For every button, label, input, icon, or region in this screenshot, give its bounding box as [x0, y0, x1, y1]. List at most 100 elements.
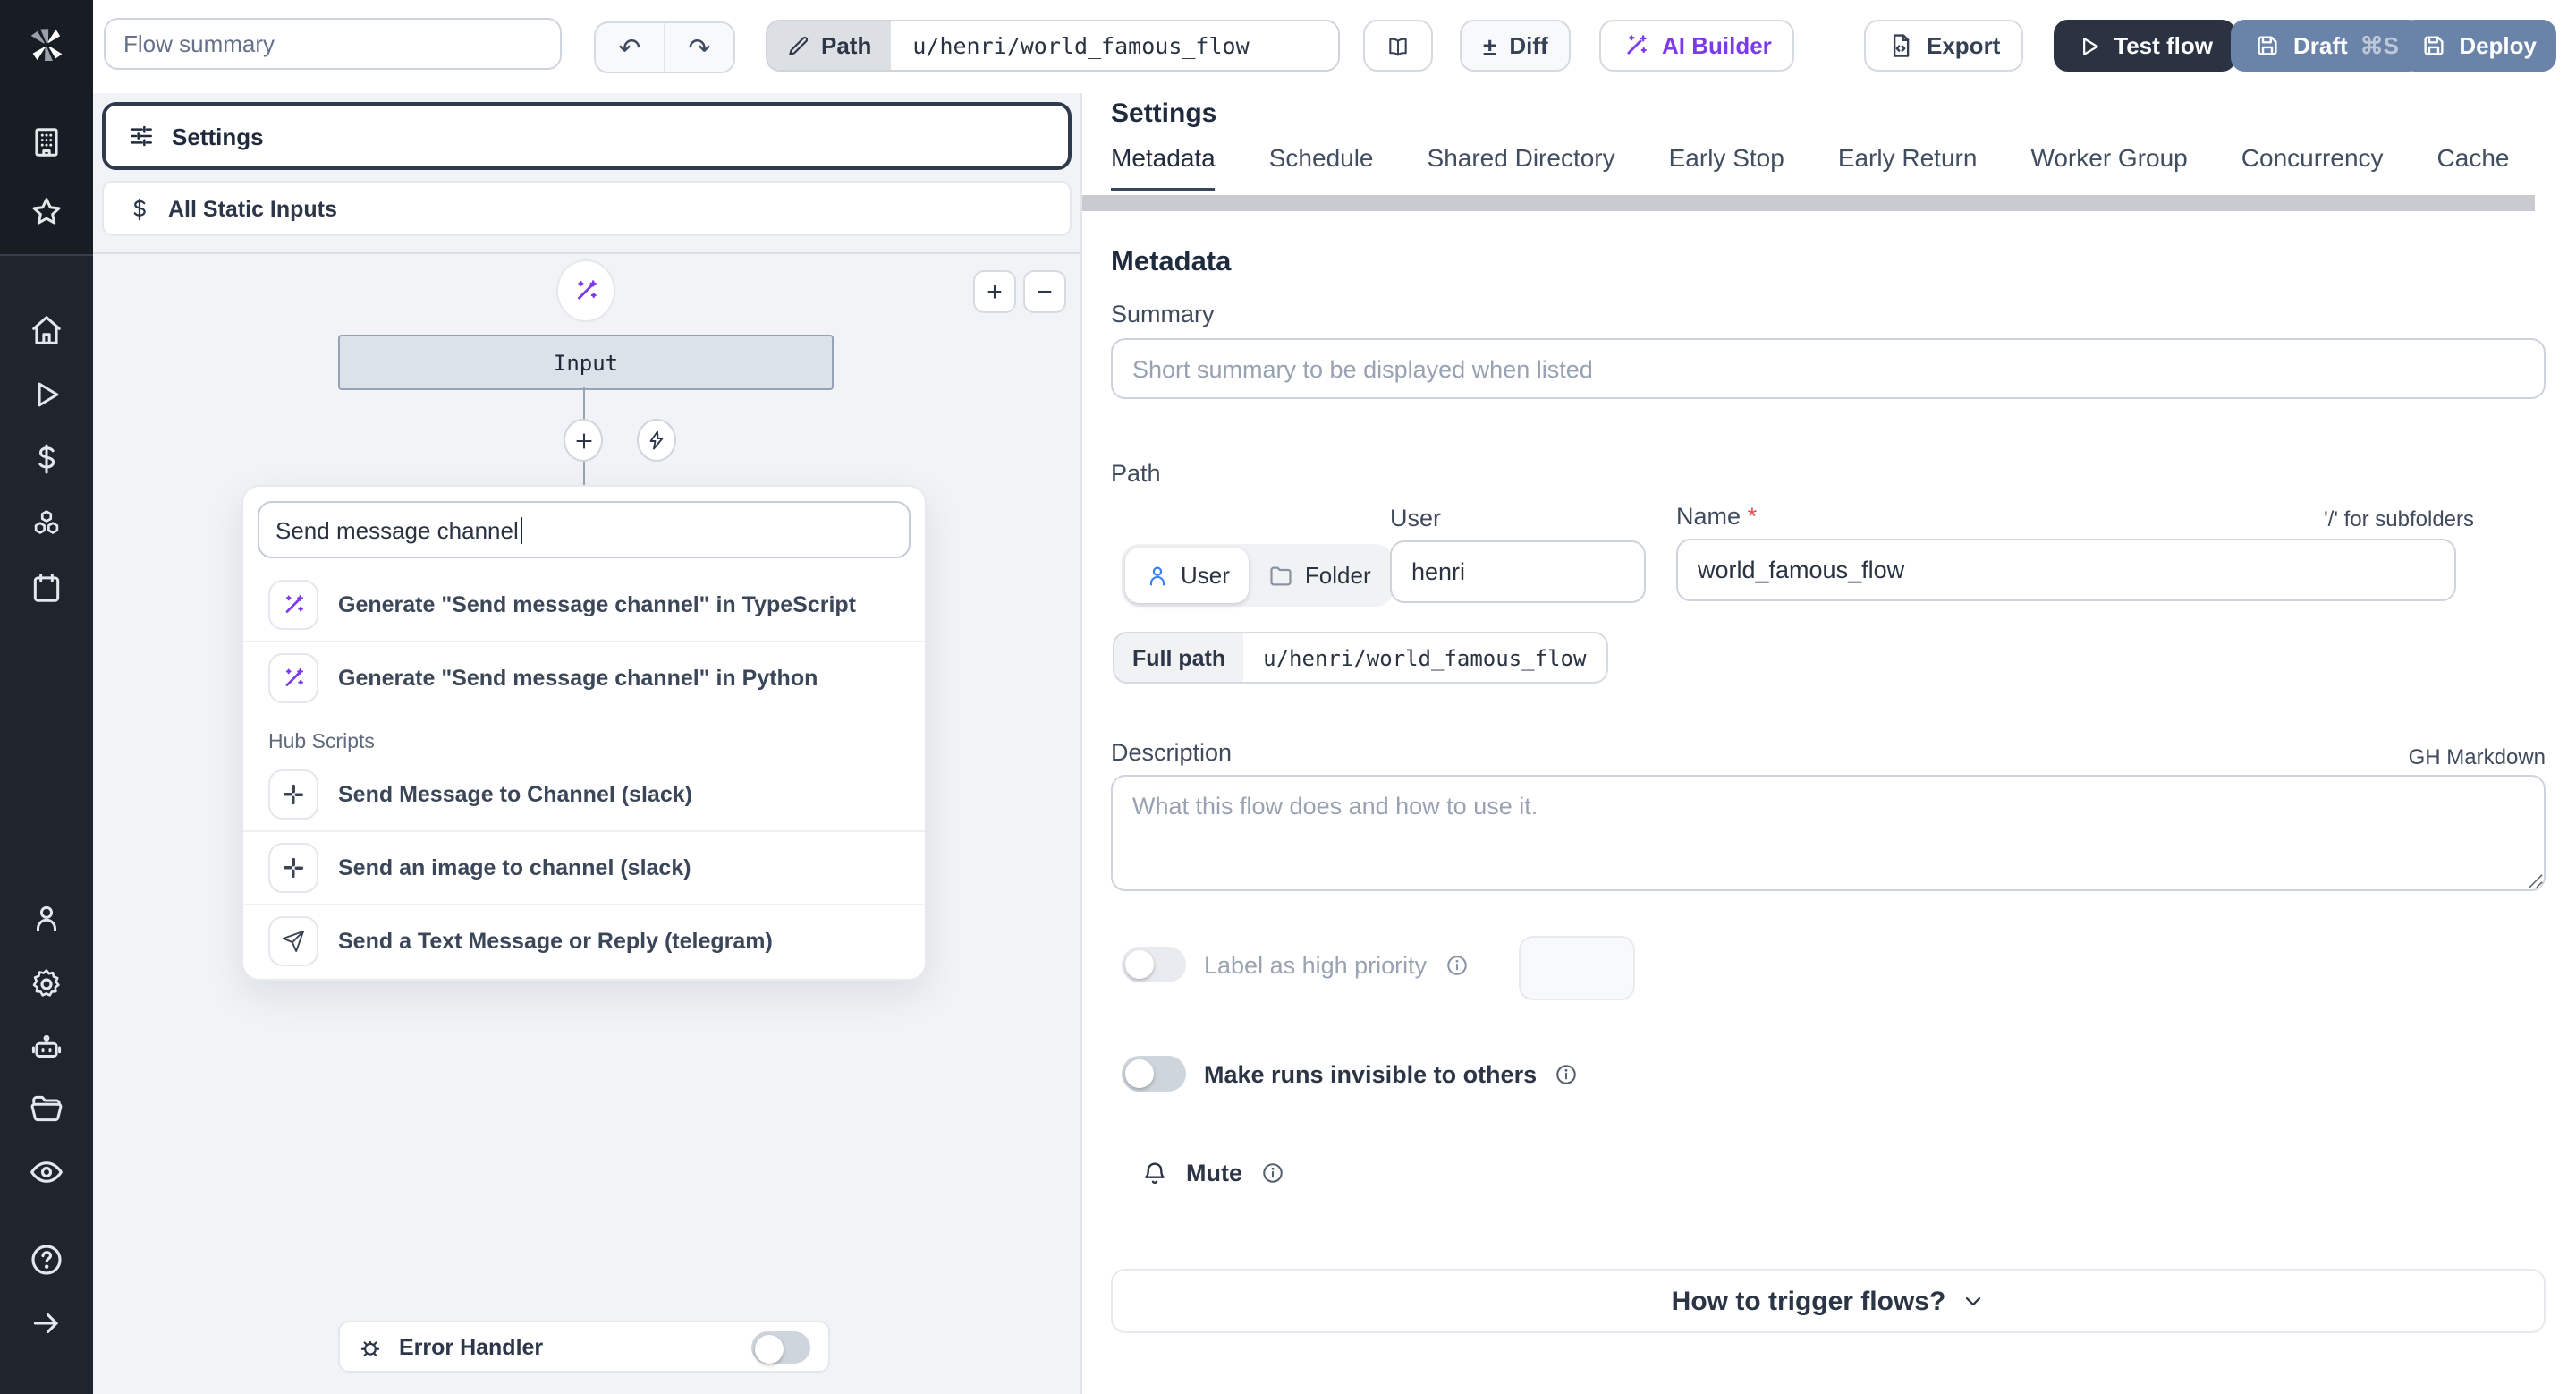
hub-script-item[interactable]: Send Message to Channel (slack) — [258, 759, 911, 830]
owner-kind-user-label: User — [1181, 562, 1230, 589]
draft-shortcut: ⌘S — [2360, 31, 2399, 58]
tabs-scrollbar[interactable] — [1082, 195, 2535, 211]
plus-icon — [575, 432, 591, 448]
tab-cache[interactable]: Cache — [2437, 143, 2510, 191]
error-handler-bar[interactable]: Error Handler — [338, 1321, 830, 1373]
name-input[interactable] — [1676, 539, 2456, 601]
help-icon[interactable] — [29, 1242, 64, 1278]
description-textarea[interactable] — [1111, 775, 2546, 891]
step-search-input[interactable]: Send message channel — [258, 501, 911, 558]
flow-edge — [582, 462, 584, 485]
deploy-label: Deploy — [2459, 32, 2537, 59]
tab-shared-directory[interactable]: Shared Directory — [1428, 143, 1615, 191]
slack-icon — [268, 769, 318, 820]
home-icon[interactable] — [30, 313, 64, 347]
tab-metadata[interactable]: Metadata — [1111, 143, 1216, 191]
user-icon[interactable] — [30, 902, 64, 936]
variables-dollar-icon[interactable] — [30, 442, 64, 476]
full-path-label: Full path — [1114, 633, 1244, 682]
name-field-label: Name * — [1676, 503, 1758, 530]
step-picker-dropdown: Send message channel Generate "Send mess… — [242, 485, 927, 981]
settings-tabs: Metadata Schedule Shared Directory Early… — [1111, 143, 2509, 191]
export-file-icon — [1893, 34, 1910, 57]
tab-worker-group[interactable]: Worker Group — [2030, 143, 2187, 191]
diff-icon: ± — [1483, 31, 1497, 60]
zoom-out-button[interactable]: − — [1023, 270, 1066, 313]
schedules-calendar-icon[interactable] — [30, 571, 64, 605]
path-edit-segment[interactable]: Path — [767, 21, 892, 70]
flow-graph-canvas[interactable]: + − Input Send message channel Generate … — [93, 252, 1082, 1394]
workspace-building-icon[interactable] — [30, 125, 64, 159]
all-static-inputs-card[interactable]: All Static Inputs — [102, 181, 1072, 236]
undo-button[interactable]: ↶ — [596, 23, 664, 72]
add-trigger-button[interactable] — [637, 419, 676, 462]
info-icon[interactable] — [1260, 1161, 1284, 1185]
subfolder-hint: '/' for subfolders — [2324, 506, 2474, 531]
summary-input[interactable] — [1111, 338, 2546, 399]
description-label: Description — [1111, 739, 1233, 766]
tab-early-return[interactable]: Early Return — [1838, 143, 1978, 191]
path-section-label: Path — [1111, 460, 1161, 487]
app-window: ↶ ↷ Path u/henri/world_famous_flow ± Dif… — [0, 0, 2576, 1394]
owner-kind-folder[interactable]: Folder — [1250, 548, 1391, 603]
tab-concurrency[interactable]: Concurrency — [2241, 143, 2384, 191]
high-priority-toggle[interactable] — [1122, 947, 1186, 982]
resources-boxes-icon[interactable] — [30, 506, 64, 540]
zoom-in-button[interactable]: + — [973, 270, 1016, 313]
generate-python-item[interactable]: Generate "Send message channel" in Pytho… — [258, 642, 911, 714]
input-node[interactable]: Input — [338, 335, 834, 390]
workers-robot-icon[interactable] — [30, 1031, 64, 1065]
hub-script-item[interactable]: Send an image to channel (slack) — [258, 832, 911, 904]
audit-eye-icon[interactable] — [29, 1154, 64, 1190]
ai-flow-wand-button[interactable] — [556, 259, 615, 322]
ai-builder-button[interactable]: AI Builder — [1599, 20, 1795, 72]
settings-gear-icon[interactable] — [29, 966, 64, 1002]
runs-play-icon[interactable] — [30, 378, 64, 412]
flow-settings-card[interactable]: Settings — [102, 102, 1072, 170]
docs-book-button[interactable] — [1363, 20, 1433, 72]
owner-kind-user[interactable]: User — [1125, 548, 1250, 603]
generate-typescript-item[interactable]: Generate "Send message channel" in TypeS… — [258, 569, 911, 641]
magic-wand-icon — [268, 580, 318, 630]
info-icon[interactable] — [1445, 953, 1468, 976]
text-caret — [520, 516, 523, 543]
how-to-trigger-flows-button[interactable]: How to trigger flows? — [1111, 1269, 2546, 1333]
priority-value-input[interactable] — [1519, 936, 1635, 1000]
summary-label: Summary — [1111, 301, 1215, 327]
windmill-logo[interactable] — [23, 21, 70, 68]
export-button[interactable]: Export — [1864, 20, 2024, 72]
error-handler-toggle[interactable] — [751, 1330, 810, 1363]
magic-wand-icon — [578, 280, 597, 300]
save-icon — [2258, 36, 2277, 55]
bell-icon — [1145, 1162, 1165, 1184]
bug-icon — [360, 1339, 380, 1356]
tab-early-stop[interactable]: Early Stop — [1669, 143, 1784, 191]
deploy-button[interactable]: Deploy — [2400, 20, 2556, 72]
full-path-value: u/henri/world_famous_flow — [1243, 633, 1606, 682]
add-step-button[interactable] — [564, 419, 603, 462]
settings-title: Settings — [1111, 98, 1217, 129]
path-control[interactable]: Path u/henri/world_famous_flow — [766, 20, 1341, 72]
draft-button[interactable]: Draft ⌘S — [2230, 20, 2422, 72]
all-static-inputs-label: All Static Inputs — [168, 196, 337, 221]
invisible-runs-row: Make runs invisible to others — [1122, 1056, 1578, 1092]
settings-panel: Settings Metadata Schedule Shared Direct… — [1082, 93, 2576, 1394]
favorites-star-icon[interactable] — [30, 195, 64, 229]
redo-button[interactable]: ↷ — [664, 23, 733, 72]
flow-editor-panel: Settings All Static Inputs + − Input Sen… — [93, 93, 1082, 1394]
expand-arrow-icon[interactable] — [30, 1306, 64, 1340]
owner-kind-folder-label: Folder — [1304, 562, 1371, 589]
hub-script-item[interactable]: Send a Text Message or Reply (telegram) — [258, 905, 911, 977]
step-search-value: Send message channel — [275, 516, 519, 543]
mute-label[interactable]: Mute — [1186, 1160, 1242, 1186]
diff-button[interactable]: ± Diff — [1460, 20, 1572, 72]
test-flow-button[interactable]: Test flow — [2053, 20, 2236, 72]
path-value[interactable]: u/henri/world_famous_flow — [891, 21, 1339, 70]
flow-summary-input[interactable] — [104, 18, 562, 70]
tab-schedule[interactable]: Schedule — [1269, 143, 1374, 191]
folders-icon[interactable] — [30, 1092, 64, 1126]
info-icon[interactable] — [1555, 1062, 1578, 1085]
user-input[interactable] — [1390, 540, 1646, 603]
hub-scripts-section-label: Hub Scripts — [268, 732, 375, 753]
invisible-runs-toggle[interactable] — [1122, 1056, 1186, 1092]
